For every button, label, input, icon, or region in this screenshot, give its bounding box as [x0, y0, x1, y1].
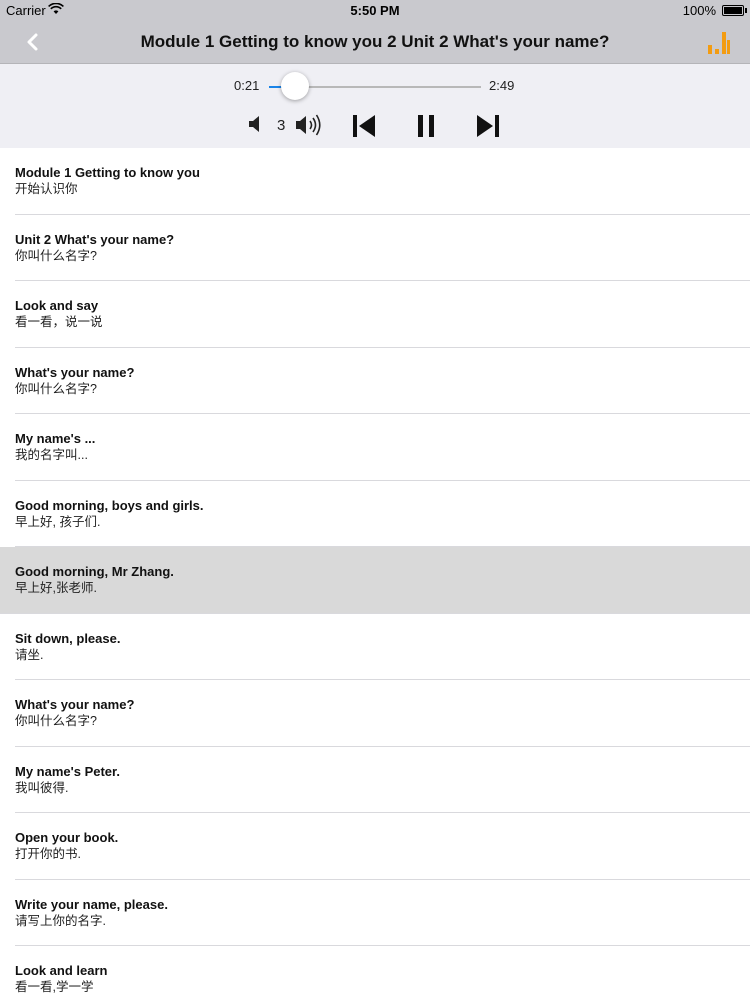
sentence-chinese: 我叫彼得. — [15, 780, 69, 795]
list-item[interactable]: Good morning, boys and girls. 早上好, 孩子们. — [0, 481, 750, 548]
list-item[interactable]: My name's ... 我的名字叫... — [0, 414, 750, 481]
pause-icon[interactable] — [415, 113, 437, 139]
battery-icon — [722, 5, 744, 16]
list-item[interactable]: Module 1 Getting to know you 开始认识你 — [0, 148, 750, 215]
battery-tip — [745, 8, 747, 13]
battery-percentage: 100% — [682, 3, 716, 18]
clock: 5:50 PM — [350, 3, 400, 18]
sentence-chinese: 看一看，说一说 — [15, 315, 103, 329]
sentence-chinese: 早上好,张老师. — [15, 581, 97, 595]
progress-slider[interactable] — [269, 72, 481, 100]
sentence-english: What's your name? — [15, 697, 135, 712]
skip-previous-icon[interactable] — [351, 113, 377, 139]
chevron-left-icon[interactable] — [22, 29, 46, 55]
volume-level: 3 — [277, 117, 286, 134]
bar-chart-icon[interactable] — [706, 28, 732, 56]
sentence-chinese: 你叫什么名字? — [15, 381, 97, 396]
sentence-list: Module 1 Getting to know you 开始认识你 Unit 2 … — [0, 148, 750, 1000]
list-item[interactable]: What's your name? 你叫什么名字? — [0, 348, 750, 415]
list-item[interactable]: Good morning, Mr Zhang. 早上好,张老师. — [0, 547, 750, 614]
navigation-bar: Module 1 Getting to know you 2 Unit 2 Wh… — [0, 22, 750, 64]
sentence-english: Module 1 Getting to know you — [15, 165, 200, 180]
sentence-chinese: 看一看,学一学 — [15, 980, 94, 994]
sentence-english: My name's ... — [15, 431, 96, 446]
list-item[interactable]: Unit 2 What's your name? 你叫什么名字? — [0, 215, 750, 282]
sentence-english: Unit 2 What's your name? — [15, 231, 175, 247]
list-item[interactable]: Open your book. 打开你的书. — [0, 813, 750, 880]
volume-high-icon[interactable] — [294, 112, 326, 138]
total-time: 2:49 — [489, 78, 515, 93]
sentence-chinese: 请坐. — [15, 647, 44, 662]
skip-next-icon[interactable] — [475, 113, 501, 139]
sentence-english: Sit down, please. — [15, 630, 121, 646]
sentence-english: Look and learn — [15, 963, 108, 978]
sentence-english: Look and say — [15, 298, 99, 313]
current-time: 0:21 — [234, 78, 260, 93]
list-item[interactable]: What's your name? 你叫什么名字? — [0, 680, 750, 747]
sentence-chinese: 开始认识你 — [15, 182, 78, 196]
audio-player: 0:21 2:49 3 — [0, 64, 750, 148]
progress-thumb[interactable] — [281, 72, 310, 100]
sentence-chinese: 早上好, 孩子们. — [15, 514, 101, 529]
volume-low-icon[interactable] — [247, 114, 265, 134]
sentence-chinese: 你叫什么名字? — [15, 248, 97, 263]
sentence-english: Open your book. — [15, 830, 119, 845]
sentence-english: My name's Peter. — [15, 763, 120, 779]
sentence-chinese: 请写上你的名字. — [15, 913, 106, 928]
sentence-english: Good morning, Mr Zhang. — [15, 564, 174, 579]
list-item[interactable]: Look and say 看一看，说一说 — [0, 281, 750, 348]
sentence-chinese: 你叫什么名字? — [15, 714, 97, 728]
sentence-english: Write your name, please. — [15, 896, 168, 912]
list-item[interactable]: My name's Peter. 我叫彼得. — [0, 747, 750, 814]
sentence-chinese: 我的名字叫... — [15, 448, 88, 462]
status-bar: Carrier 5:50 PM 100% — [0, 0, 750, 22]
sentence-chinese: 打开你的书. — [15, 847, 81, 861]
list-item[interactable]: Look and learn 看一看,学一学 — [0, 946, 750, 1000]
page-title: Module 1 Getting to know you 2 Unit 2 Wh… — [140, 32, 610, 51]
sentence-english: Good morning, boys and girls. — [15, 497, 204, 513]
list-item[interactable]: Write your name, please. 请写上你的名字. — [0, 880, 750, 947]
list-item[interactable]: Sit down, please. 请坐. — [0, 614, 750, 681]
sentence-english: What's your name? — [15, 364, 135, 380]
